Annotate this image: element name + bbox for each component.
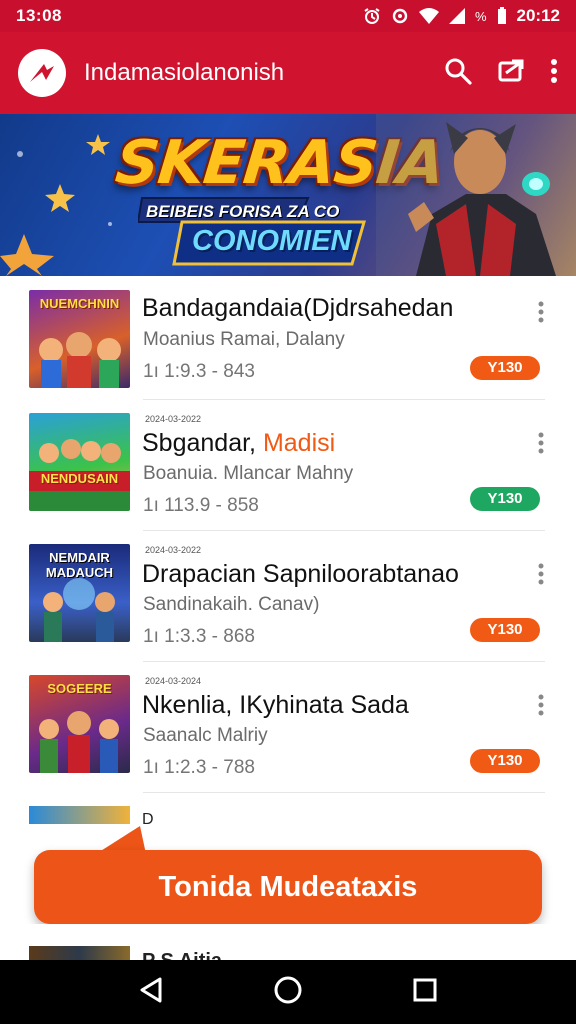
divider xyxy=(143,399,545,400)
price-badge[interactable]: Y130 xyxy=(470,356,540,380)
item-subtitle: Saanalc Malriy xyxy=(143,725,268,746)
item-title-peek: P S Aitia xyxy=(142,950,222,960)
thumbnail-caption: NUEMCHNIN xyxy=(39,296,120,311)
item-title-text: Sbgandar, xyxy=(142,429,263,457)
item-title: Drapacian Sapniloorabtanao xyxy=(142,560,459,589)
item-title: Sbgandar, Madisi xyxy=(142,429,335,458)
item-meta: 1ı 113.9 - 858 xyxy=(143,495,259,516)
game-thumbnail[interactable]: NENDUSAIN xyxy=(29,413,130,511)
thumbnail-caption: SOGEERE xyxy=(47,681,112,696)
thumbnail-caption: NENDUSAIN xyxy=(40,471,119,486)
item-date: 2024-03-2024 xyxy=(145,676,202,686)
list-item-peek[interactable]: P S Aitia xyxy=(0,924,576,960)
item-subtitle: Moanius Ramai, Dalany xyxy=(143,329,345,350)
game-thumbnail-peek[interactable] xyxy=(29,946,130,960)
more-options-icon[interactable] xyxy=(534,300,548,324)
item-title-text: Drapacian Sapniloorabtanao xyxy=(142,560,459,588)
game-thumbnail[interactable]: NEMDAIR MADAUCH xyxy=(29,544,130,642)
battery-percent: % xyxy=(474,8,487,24)
item-title: Bandagandaia(Djdrsahedan xyxy=(142,294,453,323)
status-time: 13:08 xyxy=(16,6,62,25)
back-icon[interactable] xyxy=(138,976,164,1009)
item-meta: 1ı 1:2.3 - 788 xyxy=(143,757,255,778)
app-actions xyxy=(444,57,558,90)
item-title-partial: D xyxy=(142,811,154,824)
signal-icon xyxy=(448,8,465,24)
status-clock: 20:12 xyxy=(516,6,560,25)
list-item[interactable]: NEMDAIR MADAUCH 2024-03-2022 Drapacian S… xyxy=(0,538,576,668)
status-bar: 13:08 % 20:12 xyxy=(0,0,576,32)
app-title: Indamasiolanonish xyxy=(84,59,285,86)
price-badge[interactable]: Y130 xyxy=(470,749,540,773)
game-list: NUEMCHNIN Bandagandaia(Djdrsahedan Moani… xyxy=(0,276,576,824)
promo-banner[interactable]: SKERASIA BEIBEIS FORISA ZA CO CONOMIEN xyxy=(0,114,576,276)
item-title-accent: Madisi xyxy=(262,429,336,457)
home-icon[interactable] xyxy=(273,975,303,1010)
game-thumbnail[interactable]: NUEMCHNIN xyxy=(29,290,130,388)
price-badge[interactable]: Y130 xyxy=(470,487,540,511)
search-icon[interactable] xyxy=(444,57,472,90)
item-meta: 1ı 1:3.3 - 868 xyxy=(143,626,255,647)
list-item[interactable]: SOGEERE 2024-03-2024 Nkenlia, IKyhinata … xyxy=(0,669,576,799)
list-item[interactable]: NENDUSAIN 2024-03-2022 Sbgandar, Madisi … xyxy=(0,407,576,537)
banner-subtitle-1: BEIBEIS FORISA ZA CO xyxy=(146,202,340,221)
item-subtitle: Sandinakaih. Canav) xyxy=(143,594,320,615)
cta-button[interactable]: Tonida Mudeataxis xyxy=(34,850,542,924)
item-title: Nkenlia, IKyhinata Sada xyxy=(142,691,409,720)
cast-icon[interactable] xyxy=(498,59,524,88)
more-options-icon[interactable] xyxy=(534,562,548,586)
game-thumbnail[interactable]: SOGEERE xyxy=(29,675,130,773)
item-title-text: Bandagandaia(Djdrsahedan xyxy=(142,294,454,322)
thumbnail-caption: NEMDAIR MADAUCH xyxy=(45,550,114,580)
item-meta: 1ı 1:9.3 - 843 xyxy=(143,361,255,382)
item-date: 2024-03-2022 xyxy=(145,545,202,555)
item-date: 2024-03-2022 xyxy=(145,414,202,424)
status-icons: % 20:12 xyxy=(363,6,560,26)
sync-icon xyxy=(391,7,409,25)
more-options-icon[interactable] xyxy=(534,693,548,717)
more-vert-icon[interactable] xyxy=(550,58,558,89)
game-thumbnail-partial[interactable] xyxy=(29,806,130,824)
recents-icon[interactable] xyxy=(412,977,438,1008)
more-options-icon[interactable] xyxy=(534,431,548,455)
divider xyxy=(143,792,545,793)
divider xyxy=(143,530,545,531)
banner-subtitle-2: CONOMIEN xyxy=(192,225,352,257)
item-subtitle: Boanuia. Mlancar Mahny xyxy=(143,463,354,484)
battery-icon xyxy=(497,7,507,25)
thumbnail-art xyxy=(29,439,130,511)
hero-character-image xyxy=(376,114,576,276)
divider xyxy=(143,661,545,662)
logo-icon[interactable] xyxy=(18,49,66,97)
wifi-icon xyxy=(418,8,439,24)
system-nav-bar xyxy=(0,960,576,1024)
app-screen: 13:08 % 20:12 Indamasiolanonish SKERASIA… xyxy=(0,0,576,1024)
price-badge[interactable]: Y130 xyxy=(470,618,540,642)
item-title-text: Nkenlia, IKyhinata Sada xyxy=(142,691,409,719)
alarm-icon xyxy=(363,7,381,25)
list-item[interactable]: NUEMCHNIN Bandagandaia(Djdrsahedan Moani… xyxy=(0,276,576,406)
app-bar: Indamasiolanonish xyxy=(0,32,576,114)
